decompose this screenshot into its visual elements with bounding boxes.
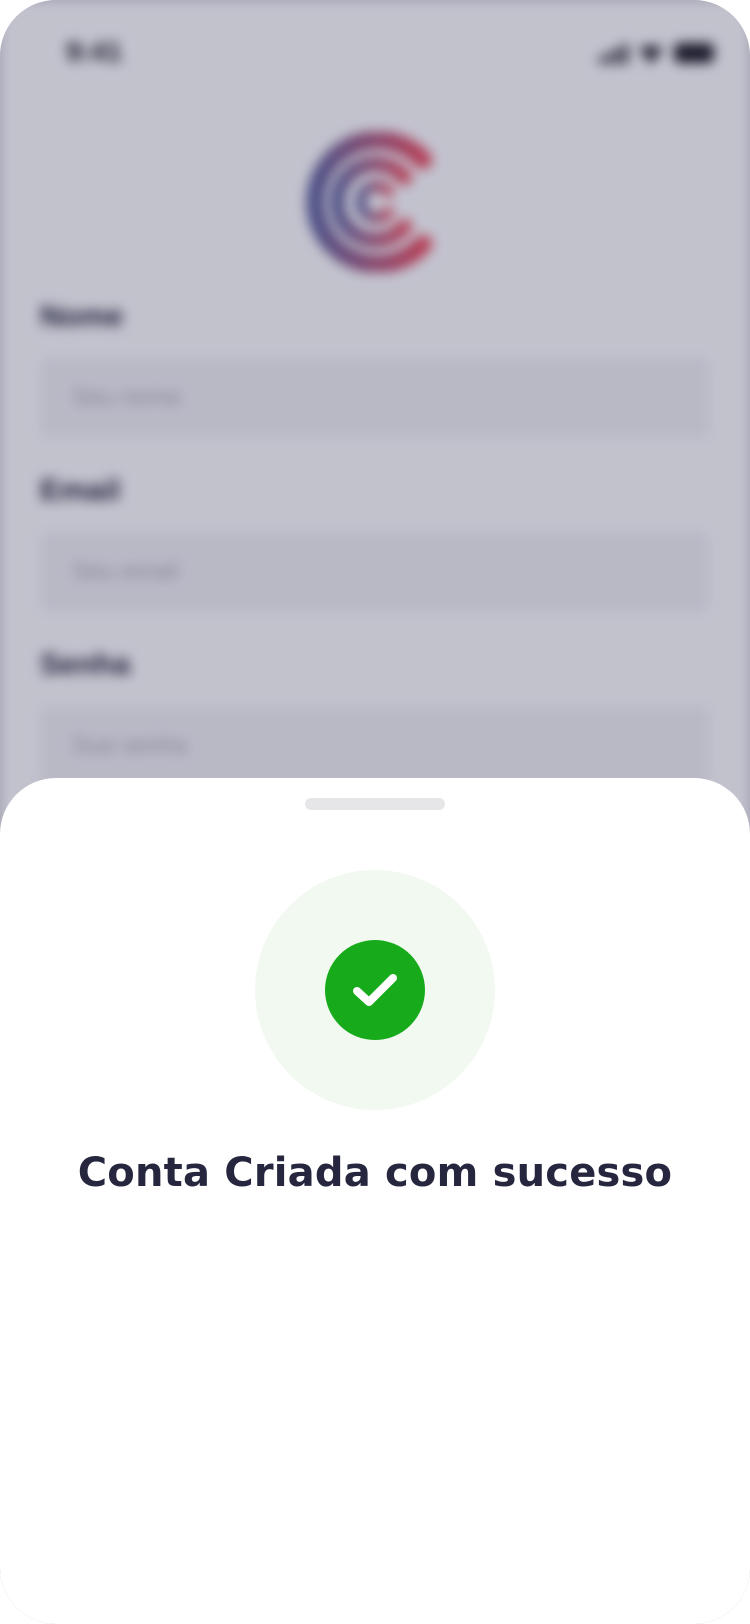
- success-icon-halo: [255, 870, 495, 1110]
- checkmark-icon: [353, 974, 397, 1006]
- success-bottom-sheet: Conta Criada com sucesso: [0, 778, 750, 1624]
- success-title: Conta Criada com sucesso: [77, 1150, 673, 1196]
- sheet-drag-handle[interactable]: [305, 798, 445, 810]
- check-circle-icon: [325, 940, 425, 1040]
- phone-screen: 9:41 Nome Email Senha: [0, 0, 750, 1624]
